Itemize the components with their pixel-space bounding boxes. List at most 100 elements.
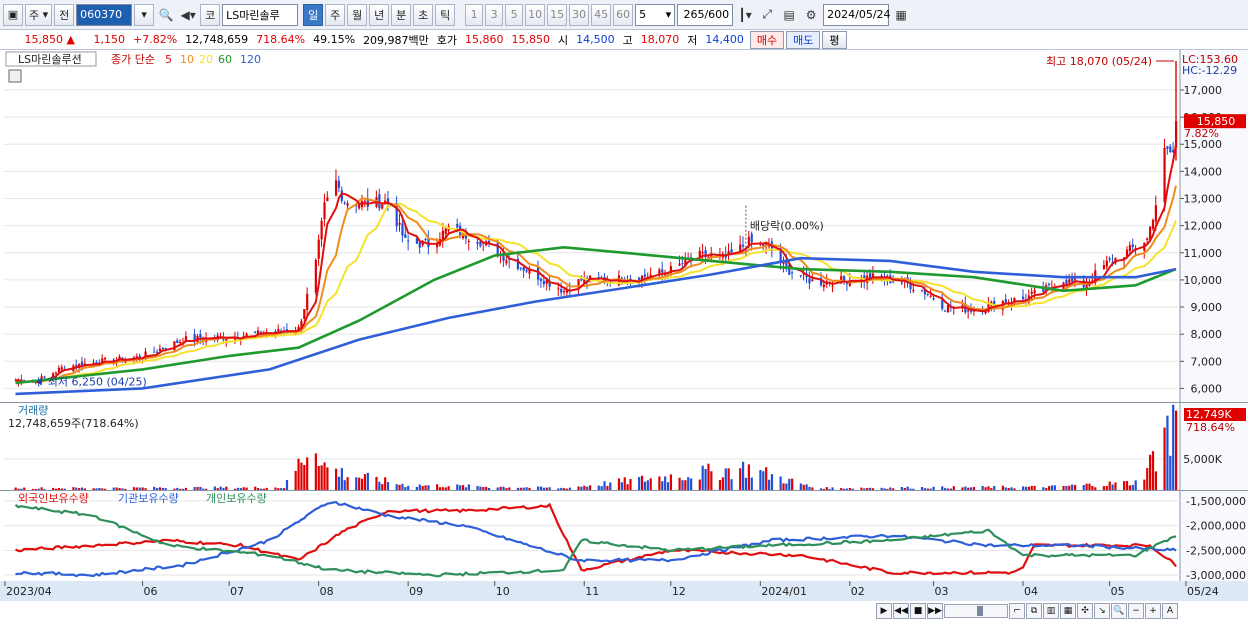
volume-bar — [441, 487, 444, 490]
volume-bar — [381, 484, 384, 490]
quote-bid: 15,850 — [511, 33, 551, 46]
candle-body — [1042, 288, 1045, 292]
period-tab[interactable]: 월 — [347, 3, 368, 26]
x-tick-label: 04 — [1024, 585, 1038, 598]
period-select[interactable]: 주 ▾ — [25, 3, 53, 26]
candle-body — [254, 331, 257, 334]
period-tab[interactable]: 년 — [369, 3, 390, 26]
x-tick-label: 2024/01 — [761, 585, 807, 598]
indicator-icon[interactable]: ⤢ — [757, 4, 777, 26]
price-tick-label: 11,000 — [1184, 247, 1223, 260]
volume-bar — [802, 484, 805, 490]
interval-button[interactable]: 10 — [525, 3, 546, 26]
stop-icon[interactable]: ■ — [910, 603, 926, 619]
interval-button[interactable]: 45 — [591, 3, 612, 26]
volume-bar — [459, 485, 462, 490]
copy-icon[interactable]: ⧉ — [1026, 603, 1042, 619]
save-icon[interactable]: ▤ — [779, 4, 799, 26]
volume-bar — [438, 487, 442, 490]
candle-type-icon[interactable]: ┃▾ — [735, 4, 755, 26]
volume-bar — [176, 487, 179, 490]
volume-bar — [262, 488, 266, 490]
volume-bar — [560, 487, 563, 490]
zoom-in-icon[interactable]: + — [1145, 603, 1161, 619]
gear-icon[interactable]: ⚙ — [801, 4, 821, 26]
price-panel-title: LS마린솔루션 — [18, 53, 82, 66]
zoom-out-icon[interactable]: − — [1128, 603, 1144, 619]
calendar-icon[interactable]: ▦ — [891, 4, 911, 26]
volume-bar — [730, 479, 733, 490]
layout-icon[interactable]: ▣ — [3, 3, 23, 26]
interval-button[interactable]: 5 — [505, 3, 524, 26]
interval-button[interactable]: 30 — [569, 3, 590, 26]
play-forward-icon[interactable]: ▶ — [876, 603, 892, 619]
interval-button[interactable]: 3 — [485, 3, 504, 26]
draw-tool-icon[interactable]: ⌐ — [1009, 603, 1025, 619]
volume-bar — [164, 488, 167, 490]
candle-body — [418, 241, 421, 248]
interval-button[interactable]: 15 — [547, 3, 568, 26]
candle-body — [317, 239, 320, 259]
volume-bar — [1091, 485, 1094, 490]
layout-split-icon[interactable]: ▥ — [1043, 603, 1059, 619]
volume-bar — [340, 468, 343, 490]
volume-bar — [1068, 485, 1071, 490]
crosshair-icon[interactable]: ✣ — [1077, 603, 1093, 619]
candle-body — [892, 281, 895, 283]
quote-open: 14,500 — [576, 33, 615, 46]
candle-body — [456, 223, 459, 228]
grid-icon[interactable]: ▦ — [1060, 603, 1076, 619]
candle-body — [444, 228, 447, 234]
volume-bar — [179, 488, 182, 490]
fast-forward-icon[interactable]: ▶▶ — [927, 603, 943, 619]
volume-bar — [704, 468, 707, 490]
volume-bar — [603, 481, 606, 490]
volume-bar — [860, 487, 863, 490]
sound-icon[interactable]: ◀▾ — [178, 4, 198, 26]
dropdown-arrow-icon[interactable]: ▾ — [134, 3, 155, 26]
candle-body — [404, 234, 407, 238]
interval-button[interactable]: 60 — [613, 3, 634, 26]
volume-bar — [254, 486, 257, 490]
arrow-tool-icon[interactable]: ↘ — [1094, 603, 1110, 619]
interval-select[interactable]: 5 ▾ — [635, 3, 676, 26]
bar-count-field[interactable]: 265/600 — [677, 3, 734, 26]
candle-body — [522, 267, 525, 271]
stock-name-button[interactable]: 코 — [200, 3, 221, 26]
candle-body — [831, 285, 834, 287]
x-tick-label: 11 — [585, 585, 599, 598]
volume-bar — [199, 486, 202, 490]
period-tab[interactable]: 틱 — [435, 3, 456, 26]
volume-bar — [378, 481, 381, 490]
buy-button[interactable]: 매수 — [749, 30, 785, 49]
date-field[interactable]: 2024/05/24 — [823, 3, 891, 26]
text-tool-icon[interactable]: A — [1162, 603, 1178, 619]
volume-bar — [522, 487, 525, 490]
volume-bar — [565, 488, 569, 490]
prev-button[interactable]: 전 — [54, 3, 75, 26]
volume-bar — [1154, 471, 1157, 490]
rewind-icon[interactable]: ◀◀ — [893, 603, 909, 619]
bar-count-value: 265 — [683, 8, 705, 21]
volume-bar — [320, 465, 323, 490]
volume-bar — [285, 480, 289, 490]
candle-body — [323, 202, 326, 220]
interval-button[interactable]: 1 — [465, 3, 484, 26]
period-tab[interactable]: 주 — [325, 3, 346, 26]
zoom-slider[interactable] — [944, 604, 1008, 618]
stock-name-field[interactable]: LS마린솔루 — [222, 3, 299, 26]
avg-button[interactable]: 평 — [822, 30, 847, 49]
volume-bar — [1172, 404, 1175, 490]
period-tab[interactable]: 분 — [391, 3, 412, 26]
volume-bar — [620, 482, 623, 490]
magnify-icon[interactable]: 🔍 — [1111, 603, 1127, 619]
period-tab[interactable]: 초 — [413, 3, 434, 26]
search-icon[interactable]: 🔍 — [156, 4, 176, 26]
candle-body — [277, 328, 280, 332]
period-tab[interactable]: 일 — [303, 3, 324, 26]
candle-body — [320, 220, 323, 240]
stock-code-input[interactable]: 060370 — [76, 3, 133, 26]
sell-button[interactable]: 매도 — [786, 30, 821, 49]
volume-value-label: 12,748,659주(718.64%) — [8, 417, 139, 430]
stock-chart[interactable]: 6,000 7,000 8,000 9,000 10,000 11,000 12,000 13… — [0, 50, 1248, 601]
